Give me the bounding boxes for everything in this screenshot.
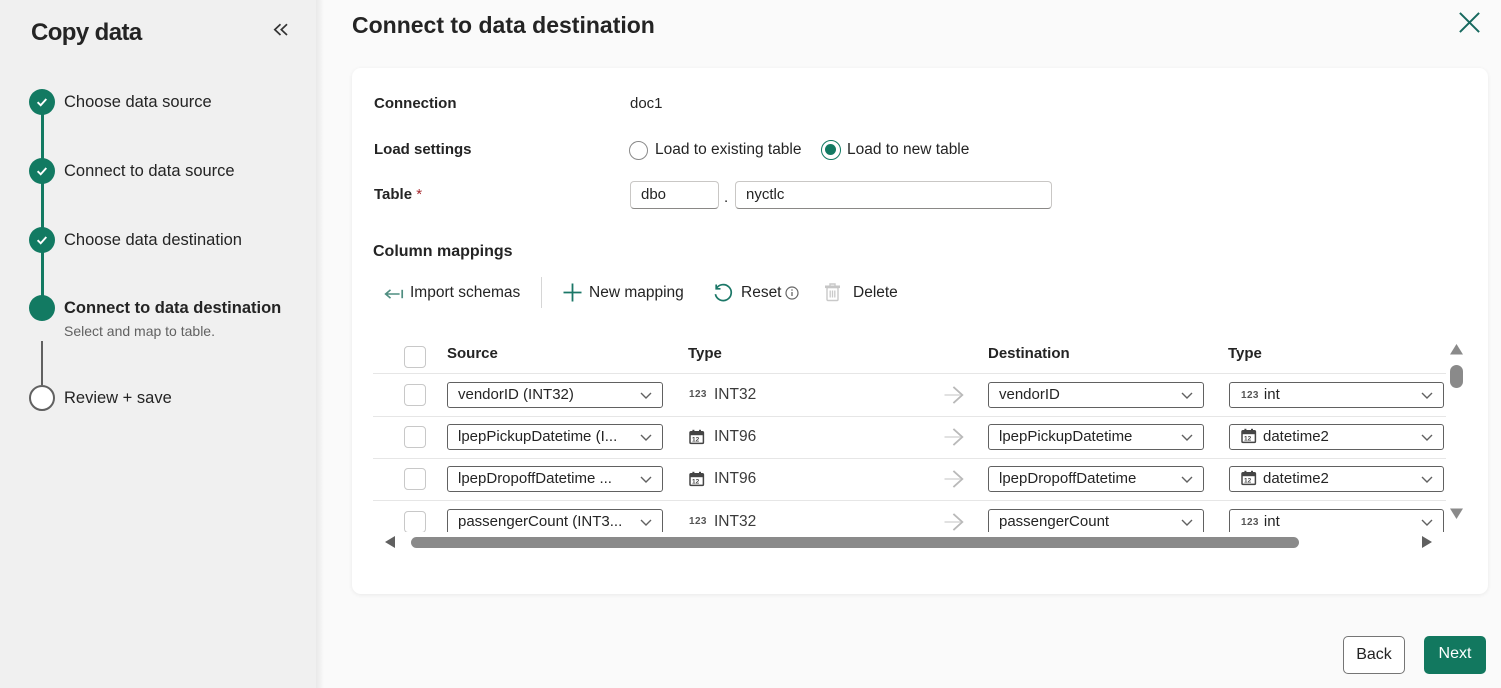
- svg-text:12: 12: [1244, 435, 1252, 442]
- svg-text:12: 12: [692, 479, 700, 486]
- svg-text:12: 12: [1244, 478, 1252, 485]
- svg-text:12: 12: [692, 436, 700, 443]
